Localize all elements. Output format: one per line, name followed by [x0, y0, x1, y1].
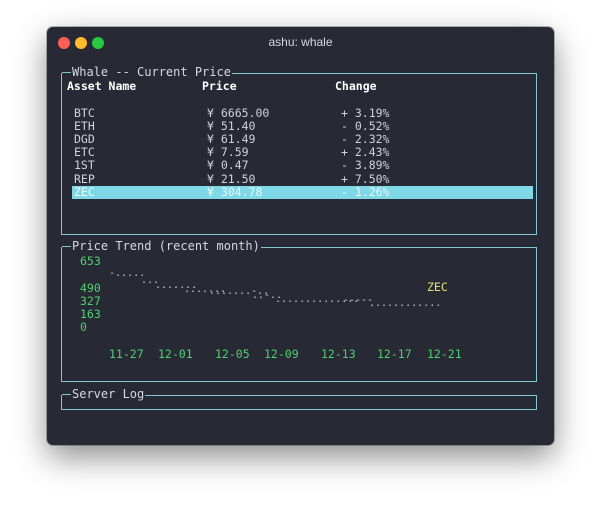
window-title: ashu: whale — [268, 35, 333, 49]
y-tick-label: 0 — [80, 320, 87, 334]
column-header-price: Price — [202, 79, 237, 93]
trend-segment: ............ — [369, 298, 442, 309]
title-bar: ashu: whale — [47, 27, 554, 57]
panel-title: Server Log — [62, 388, 146, 401]
asset-change: - 3.89% — [341, 158, 390, 172]
x-tick-label: 11-27 — [109, 347, 144, 361]
trend-segment: -..... — [109, 268, 146, 279]
asset-name: 1ST — [74, 158, 95, 172]
asset-change: - 1.26% — [341, 185, 390, 199]
x-tick-label: 12-05 — [215, 347, 250, 361]
x-tick-label: 12-13 — [321, 347, 356, 361]
y-tick-label: 653 — [80, 254, 101, 268]
x-tick-label: 12-17 — [377, 347, 412, 361]
asset-price: ¥ 304.78 — [207, 185, 263, 199]
server-log-panel: Server Log — [61, 388, 537, 410]
panel-title: Whale -- Current Price — [62, 66, 232, 79]
terminal-window: ashu: whale Whale -- Current Price Asset… — [47, 27, 554, 445]
current-price-panel: Whale -- Current Price — [61, 66, 537, 235]
asset-price: ¥ 0.47 — [207, 158, 249, 172]
column-header-change: Change — [335, 79, 377, 93]
panel-title: Price Trend (recent month) — [62, 240, 261, 253]
asset-name: ZEC — [74, 185, 95, 199]
column-header-asset: Asset Name — [67, 79, 137, 93]
x-tick-label: 12-21 — [427, 347, 462, 361]
selected-row-highlight — [72, 186, 533, 199]
series-label: ZEC — [427, 280, 448, 294]
x-tick-label: 12-01 — [158, 347, 193, 361]
x-tick-label: 12-09 — [264, 347, 299, 361]
